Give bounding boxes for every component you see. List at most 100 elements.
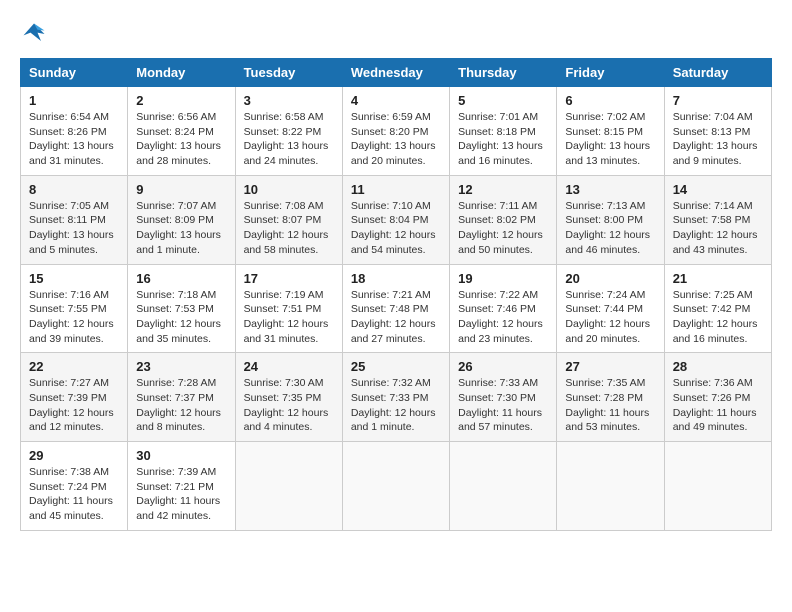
column-header-monday: Monday xyxy=(128,59,235,87)
column-header-saturday: Saturday xyxy=(664,59,771,87)
day-number: 14 xyxy=(673,182,763,197)
column-header-tuesday: Tuesday xyxy=(235,59,342,87)
calendar-cell xyxy=(342,442,449,531)
calendar-cell: 1 Sunrise: 6:54 AM Sunset: 8:26 PM Daylig… xyxy=(21,87,128,176)
calendar-cell: 27Sunrise: 7:35 AM Sunset: 7:28 PM Dayli… xyxy=(557,353,664,442)
calendar-cell: 10 Sunrise: 7:08 AM Sunset: 8:07 PM Dayli… xyxy=(235,175,342,264)
calendar-table: SundayMondayTuesdayWednesdayThursdayFrid… xyxy=(20,58,772,531)
logo xyxy=(20,20,52,48)
day-number: 21 xyxy=(673,271,763,286)
calendar-cell: 2 Sunrise: 6:56 AM Sunset: 8:24 PM Daylig… xyxy=(128,87,235,176)
calendar-cell: 14Sunrise: 7:14 AM Sunset: 7:58 PM Dayli… xyxy=(664,175,771,264)
page-header xyxy=(20,20,772,48)
day-number: 4 xyxy=(351,93,441,108)
day-number: 23 xyxy=(136,359,226,374)
calendar-cell: 21 Sunrise: 7:25 AM Sunset: 7:42 PM Dayli… xyxy=(664,264,771,353)
day-info: Sunrise: 7:02 AM Sunset: 8:15 PM Dayligh… xyxy=(565,110,655,169)
calendar-cell: 29 Sunrise: 7:38 AM Sunset: 7:24 PM Dayli… xyxy=(21,442,128,531)
calendar-week-5: 29 Sunrise: 7:38 AM Sunset: 7:24 PM Dayli… xyxy=(21,442,772,531)
calendar-week-1: 1 Sunrise: 6:54 AM Sunset: 8:26 PM Daylig… xyxy=(21,87,772,176)
day-number: 12 xyxy=(458,182,548,197)
day-info: Sunrise: 6:54 AM Sunset: 8:26 PM Dayligh… xyxy=(29,110,119,169)
calendar-week-3: 15 Sunrise: 7:16 AM Sunset: 7:55 PM Dayli… xyxy=(21,264,772,353)
calendar-cell: 13 Sunrise: 7:13 AM Sunset: 8:00 PM Dayli… xyxy=(557,175,664,264)
day-info: Sunrise: 7:10 AM Sunset: 8:04 PM Dayligh… xyxy=(351,199,441,258)
day-number: 1 xyxy=(29,93,119,108)
day-info: Sunrise: 7:16 AM Sunset: 7:55 PM Dayligh… xyxy=(29,288,119,347)
day-number: 26 xyxy=(458,359,548,374)
day-number: 13 xyxy=(565,182,655,197)
calendar-body: 1 Sunrise: 6:54 AM Sunset: 8:26 PM Daylig… xyxy=(21,87,772,531)
day-info: Sunrise: 7:01 AM Sunset: 8:18 PM Dayligh… xyxy=(458,110,548,169)
day-number: 10 xyxy=(244,182,334,197)
day-number: 22 xyxy=(29,359,119,374)
calendar-cell: 6 Sunrise: 7:02 AM Sunset: 8:15 PM Daylig… xyxy=(557,87,664,176)
day-info: Sunrise: 7:08 AM Sunset: 8:07 PM Dayligh… xyxy=(244,199,334,258)
calendar-cell: 11 Sunrise: 7:10 AM Sunset: 8:04 PM Dayli… xyxy=(342,175,449,264)
day-number: 5 xyxy=(458,93,548,108)
day-number: 6 xyxy=(565,93,655,108)
day-number: 8 xyxy=(29,182,119,197)
day-info: Sunrise: 7:38 AM Sunset: 7:24 PM Dayligh… xyxy=(29,465,119,524)
day-info: Sunrise: 6:56 AM Sunset: 8:24 PM Dayligh… xyxy=(136,110,226,169)
calendar-cell: 26Sunrise: 7:33 AM Sunset: 7:30 PM Dayli… xyxy=(450,353,557,442)
day-info: Sunrise: 7:19 AM Sunset: 7:51 PM Dayligh… xyxy=(244,288,334,347)
day-info: Sunrise: 7:25 AM Sunset: 7:42 PM Dayligh… xyxy=(673,288,763,347)
calendar-cell xyxy=(235,442,342,531)
calendar-cell: 12 Sunrise: 7:11 AM Sunset: 8:02 PM Dayli… xyxy=(450,175,557,264)
calendar-cell: 23 Sunrise: 7:28 AM Sunset: 7:37 PM Dayli… xyxy=(128,353,235,442)
calendar-cell: 20Sunrise: 7:24 AM Sunset: 7:44 PM Dayli… xyxy=(557,264,664,353)
day-info: Sunrise: 7:35 AM Sunset: 7:28 PM Dayligh… xyxy=(565,376,655,435)
calendar-cell: 24 Sunrise: 7:30 AM Sunset: 7:35 PM Dayli… xyxy=(235,353,342,442)
calendar-cell xyxy=(450,442,557,531)
calendar-week-4: 22 Sunrise: 7:27 AM Sunset: 7:39 PM Dayli… xyxy=(21,353,772,442)
day-info: Sunrise: 7:32 AM Sunset: 7:33 PM Dayligh… xyxy=(351,376,441,435)
calendar-cell: 9 Sunrise: 7:07 AM Sunset: 8:09 PM Daylig… xyxy=(128,175,235,264)
calendar-cell: 30 Sunrise: 7:39 AM Sunset: 7:21 PM Dayli… xyxy=(128,442,235,531)
day-info: Sunrise: 7:27 AM Sunset: 7:39 PM Dayligh… xyxy=(29,376,119,435)
day-number: 17 xyxy=(244,271,334,286)
day-number: 3 xyxy=(244,93,334,108)
calendar-cell: 8 Sunrise: 7:05 AM Sunset: 8:11 PM Daylig… xyxy=(21,175,128,264)
day-info: Sunrise: 7:07 AM Sunset: 8:09 PM Dayligh… xyxy=(136,199,226,258)
column-header-friday: Friday xyxy=(557,59,664,87)
calendar-cell xyxy=(557,442,664,531)
day-number: 15 xyxy=(29,271,119,286)
day-info: Sunrise: 7:11 AM Sunset: 8:02 PM Dayligh… xyxy=(458,199,548,258)
day-info: Sunrise: 7:39 AM Sunset: 7:21 PM Dayligh… xyxy=(136,465,226,524)
day-number: 16 xyxy=(136,271,226,286)
day-number: 9 xyxy=(136,182,226,197)
day-info: Sunrise: 7:05 AM Sunset: 8:11 PM Dayligh… xyxy=(29,199,119,258)
calendar-cell: 22 Sunrise: 7:27 AM Sunset: 7:39 PM Dayli… xyxy=(21,353,128,442)
day-info: Sunrise: 7:21 AM Sunset: 7:48 PM Dayligh… xyxy=(351,288,441,347)
calendar-cell: 15 Sunrise: 7:16 AM Sunset: 7:55 PM Dayli… xyxy=(21,264,128,353)
day-number: 29 xyxy=(29,448,119,463)
day-info: Sunrise: 7:22 AM Sunset: 7:46 PM Dayligh… xyxy=(458,288,548,347)
day-number: 11 xyxy=(351,182,441,197)
calendar-cell: 19 Sunrise: 7:22 AM Sunset: 7:46 PM Dayli… xyxy=(450,264,557,353)
calendar-cell: 17 Sunrise: 7:19 AM Sunset: 7:51 PM Dayli… xyxy=(235,264,342,353)
day-number: 25 xyxy=(351,359,441,374)
day-info: Sunrise: 7:36 AM Sunset: 7:26 PM Dayligh… xyxy=(673,376,763,435)
calendar-cell: 16 Sunrise: 7:18 AM Sunset: 7:53 PM Dayli… xyxy=(128,264,235,353)
logo-icon xyxy=(20,20,48,48)
day-number: 19 xyxy=(458,271,548,286)
day-info: Sunrise: 6:58 AM Sunset: 8:22 PM Dayligh… xyxy=(244,110,334,169)
day-info: Sunrise: 7:30 AM Sunset: 7:35 PM Dayligh… xyxy=(244,376,334,435)
column-header-thursday: Thursday xyxy=(450,59,557,87)
day-number: 24 xyxy=(244,359,334,374)
day-info: Sunrise: 7:13 AM Sunset: 8:00 PM Dayligh… xyxy=(565,199,655,258)
day-number: 2 xyxy=(136,93,226,108)
day-number: 20 xyxy=(565,271,655,286)
calendar-cell: 18 Sunrise: 7:21 AM Sunset: 7:48 PM Dayli… xyxy=(342,264,449,353)
calendar-cell xyxy=(664,442,771,531)
day-info: Sunrise: 7:18 AM Sunset: 7:53 PM Dayligh… xyxy=(136,288,226,347)
day-info: Sunrise: 7:28 AM Sunset: 7:37 PM Dayligh… xyxy=(136,376,226,435)
day-number: 18 xyxy=(351,271,441,286)
calendar-header-row: SundayMondayTuesdayWednesdayThursdayFrid… xyxy=(21,59,772,87)
calendar-cell: 7Sunrise: 7:04 AM Sunset: 8:13 PM Daylig… xyxy=(664,87,771,176)
day-number: 28 xyxy=(673,359,763,374)
calendar-cell: 25 Sunrise: 7:32 AM Sunset: 7:33 PM Dayli… xyxy=(342,353,449,442)
column-header-wednesday: Wednesday xyxy=(342,59,449,87)
day-number: 30 xyxy=(136,448,226,463)
